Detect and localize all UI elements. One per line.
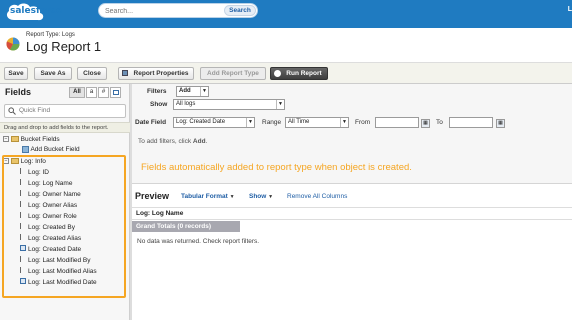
quick-find-input[interactable] [19, 107, 119, 114]
tabular-format-dropdown[interactable]: Tabular Format ▼ [181, 193, 235, 200]
from-label: From [355, 119, 371, 126]
bucket-icon [22, 145, 29, 153]
to-label: To [436, 119, 443, 126]
date-field-label: Date Field [135, 119, 167, 126]
filter-all-button[interactable]: All [69, 87, 85, 98]
chevron-down-icon: ▼ [229, 194, 235, 200]
panel-splitter[interactable] [130, 84, 132, 320]
to-date-input[interactable] [449, 117, 493, 128]
show-value: All logs [176, 101, 196, 107]
report-builder: Filters Add ▼ Show All logs ▼ Date Field… [131, 84, 572, 320]
search-button[interactable]: Search [224, 5, 256, 16]
from-date-input[interactable] [375, 117, 419, 128]
bucket-fields-folder[interactable]: − Bucket Fields [3, 135, 60, 145]
collapse-icon: − [3, 136, 9, 143]
hint-suffix: . [205, 138, 208, 145]
page-title: Log Report 1 [26, 39, 102, 54]
chevron-down-icon: ▼ [276, 100, 284, 109]
filters-panel: Filters Add ▼ Show All logs ▼ Date Field… [131, 84, 572, 184]
brand-text: salesforce [10, 6, 62, 16]
filter-number-button[interactable]: # [98, 87, 109, 98]
date-field-select[interactable]: Log: Created Date ▼ [173, 117, 255, 128]
annotation-notice: Fields automatically added to report typ… [141, 162, 412, 173]
run-report-label: Run Report [286, 70, 322, 77]
show-label: Show [150, 101, 168, 108]
chevron-down-icon: ▼ [246, 118, 254, 127]
search-icon [8, 107, 16, 115]
remove-all-columns-link[interactable]: Remove All Columns [287, 193, 347, 200]
show-dropdown[interactable]: Show ▼ [249, 193, 273, 200]
calendar-icon [112, 90, 119, 95]
top-bar: salesforce Search L [0, 0, 572, 28]
preview-panel: Preview Tabular Format ▼ Show ▼ Remove A… [131, 185, 572, 320]
add-filter-hint: To add filters, click Add. [138, 138, 207, 145]
run-report-button[interactable]: Run Report [270, 67, 328, 80]
grand-totals-row: Grand Totals (0 records) [131, 221, 240, 232]
save-as-button[interactable]: Save As [34, 67, 72, 80]
add-bucket-field-label: Add Bucket Field [30, 146, 80, 153]
drag-hint: Drag and drop to add fields to the repor… [0, 122, 130, 133]
calendar-icon[interactable]: ▦ [421, 119, 430, 128]
range-label: Range [262, 119, 282, 126]
highlight-box [2, 155, 126, 298]
bucket-fields-label: Bucket Fields [20, 136, 60, 143]
chevron-down-icon: ▼ [340, 118, 348, 127]
filter-text-button[interactable]: a [86, 87, 97, 98]
add-report-type-button[interactable]: Add Report Type [200, 67, 266, 80]
add-filter-dropdown[interactable]: Add ▼ [176, 86, 209, 97]
calendar-icon[interactable]: ▦ [496, 119, 505, 128]
range-value: All Time [288, 119, 310, 125]
report-type-label: Report Type: Logs [26, 32, 75, 38]
add-bucket-field-item[interactable]: Add Bucket Field [22, 145, 80, 155]
preview-title: Preview [135, 191, 170, 201]
add-filter-label: Add [179, 88, 191, 94]
fields-title: Fields [5, 87, 32, 97]
quick-find [4, 104, 126, 118]
hint-bold: Add [192, 138, 206, 145]
properties-icon [122, 70, 128, 76]
no-data-message: No data was returned. Check report filte… [137, 238, 260, 245]
filter-date-button[interactable] [110, 87, 121, 98]
chevron-down-icon: ▼ [268, 194, 274, 200]
user-menu[interactable]: L [568, 6, 572, 13]
report-properties-button[interactable]: Report Properties [118, 67, 194, 80]
folder-icon [10, 136, 19, 143]
report-pie-icon [6, 37, 20, 51]
report-properties-label: Report Properties [133, 70, 189, 77]
show-menu-label: Show [249, 193, 267, 200]
show-select[interactable]: All logs ▼ [173, 99, 285, 110]
column-header[interactable]: Log: Log Name [131, 207, 572, 220]
hint-text: To add filters, click [138, 138, 193, 145]
filters-label: Filters [147, 88, 167, 95]
save-button[interactable]: Save [4, 67, 28, 80]
global-search: Search [98, 3, 258, 18]
close-button[interactable]: Close [77, 67, 107, 80]
date-field-value: Log: Created Date [176, 119, 226, 125]
run-icon [274, 70, 281, 77]
global-search-input[interactable] [105, 6, 223, 16]
range-select[interactable]: All Time ▼ [285, 117, 349, 128]
report-toolbar: Save Save As Close Report Properties Add… [0, 62, 572, 84]
chevron-down-icon: ▼ [200, 87, 208, 96]
format-label: Tabular Format [181, 193, 228, 200]
